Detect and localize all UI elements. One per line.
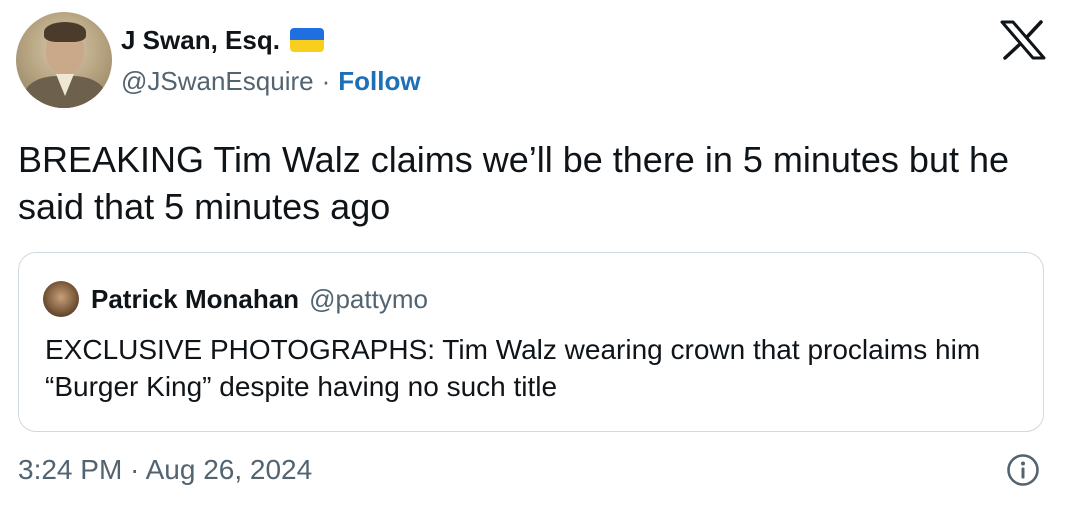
tweet-text: BREAKING Tim Walz claims we’ll be there … — [18, 139, 1010, 227]
quoted-author-handle: @pattymo — [309, 284, 428, 314]
author-avatar[interactable] — [16, 12, 112, 108]
author-name-line: J Swan, Esq. — [121, 24, 324, 56]
author-handle-line: @JSwanEsquire · Follow — [121, 64, 421, 98]
quoted-tweet-text: EXCLUSIVE PHOTOGRAPHS: Tim Walz wearing … — [45, 334, 981, 402]
author-handle[interactable]: @JSwanEsquire — [121, 64, 314, 98]
quoted-author-avatar[interactable] — [43, 281, 79, 317]
info-icon[interactable] — [1006, 453, 1040, 487]
quoted-author-line: Patrick Monahan @pattymo — [91, 281, 428, 317]
ukraine-flag-icon — [289, 28, 324, 52]
tweet-timestamp[interactable]: 3:24 PM · Aug 26, 2024 — [18, 452, 312, 488]
author-name[interactable]: J Swan, Esq. — [121, 24, 280, 56]
quoted-author-name: Patrick Monahan — [91, 284, 300, 314]
x-logo-icon[interactable] — [1000, 20, 1046, 60]
quoted-tweet[interactable]: Patrick Monahan @pattymo EXCLUSIVE PHOTO… — [18, 252, 1044, 432]
separator-dot: · — [321, 66, 331, 96]
follow-button[interactable]: Follow — [338, 64, 420, 98]
